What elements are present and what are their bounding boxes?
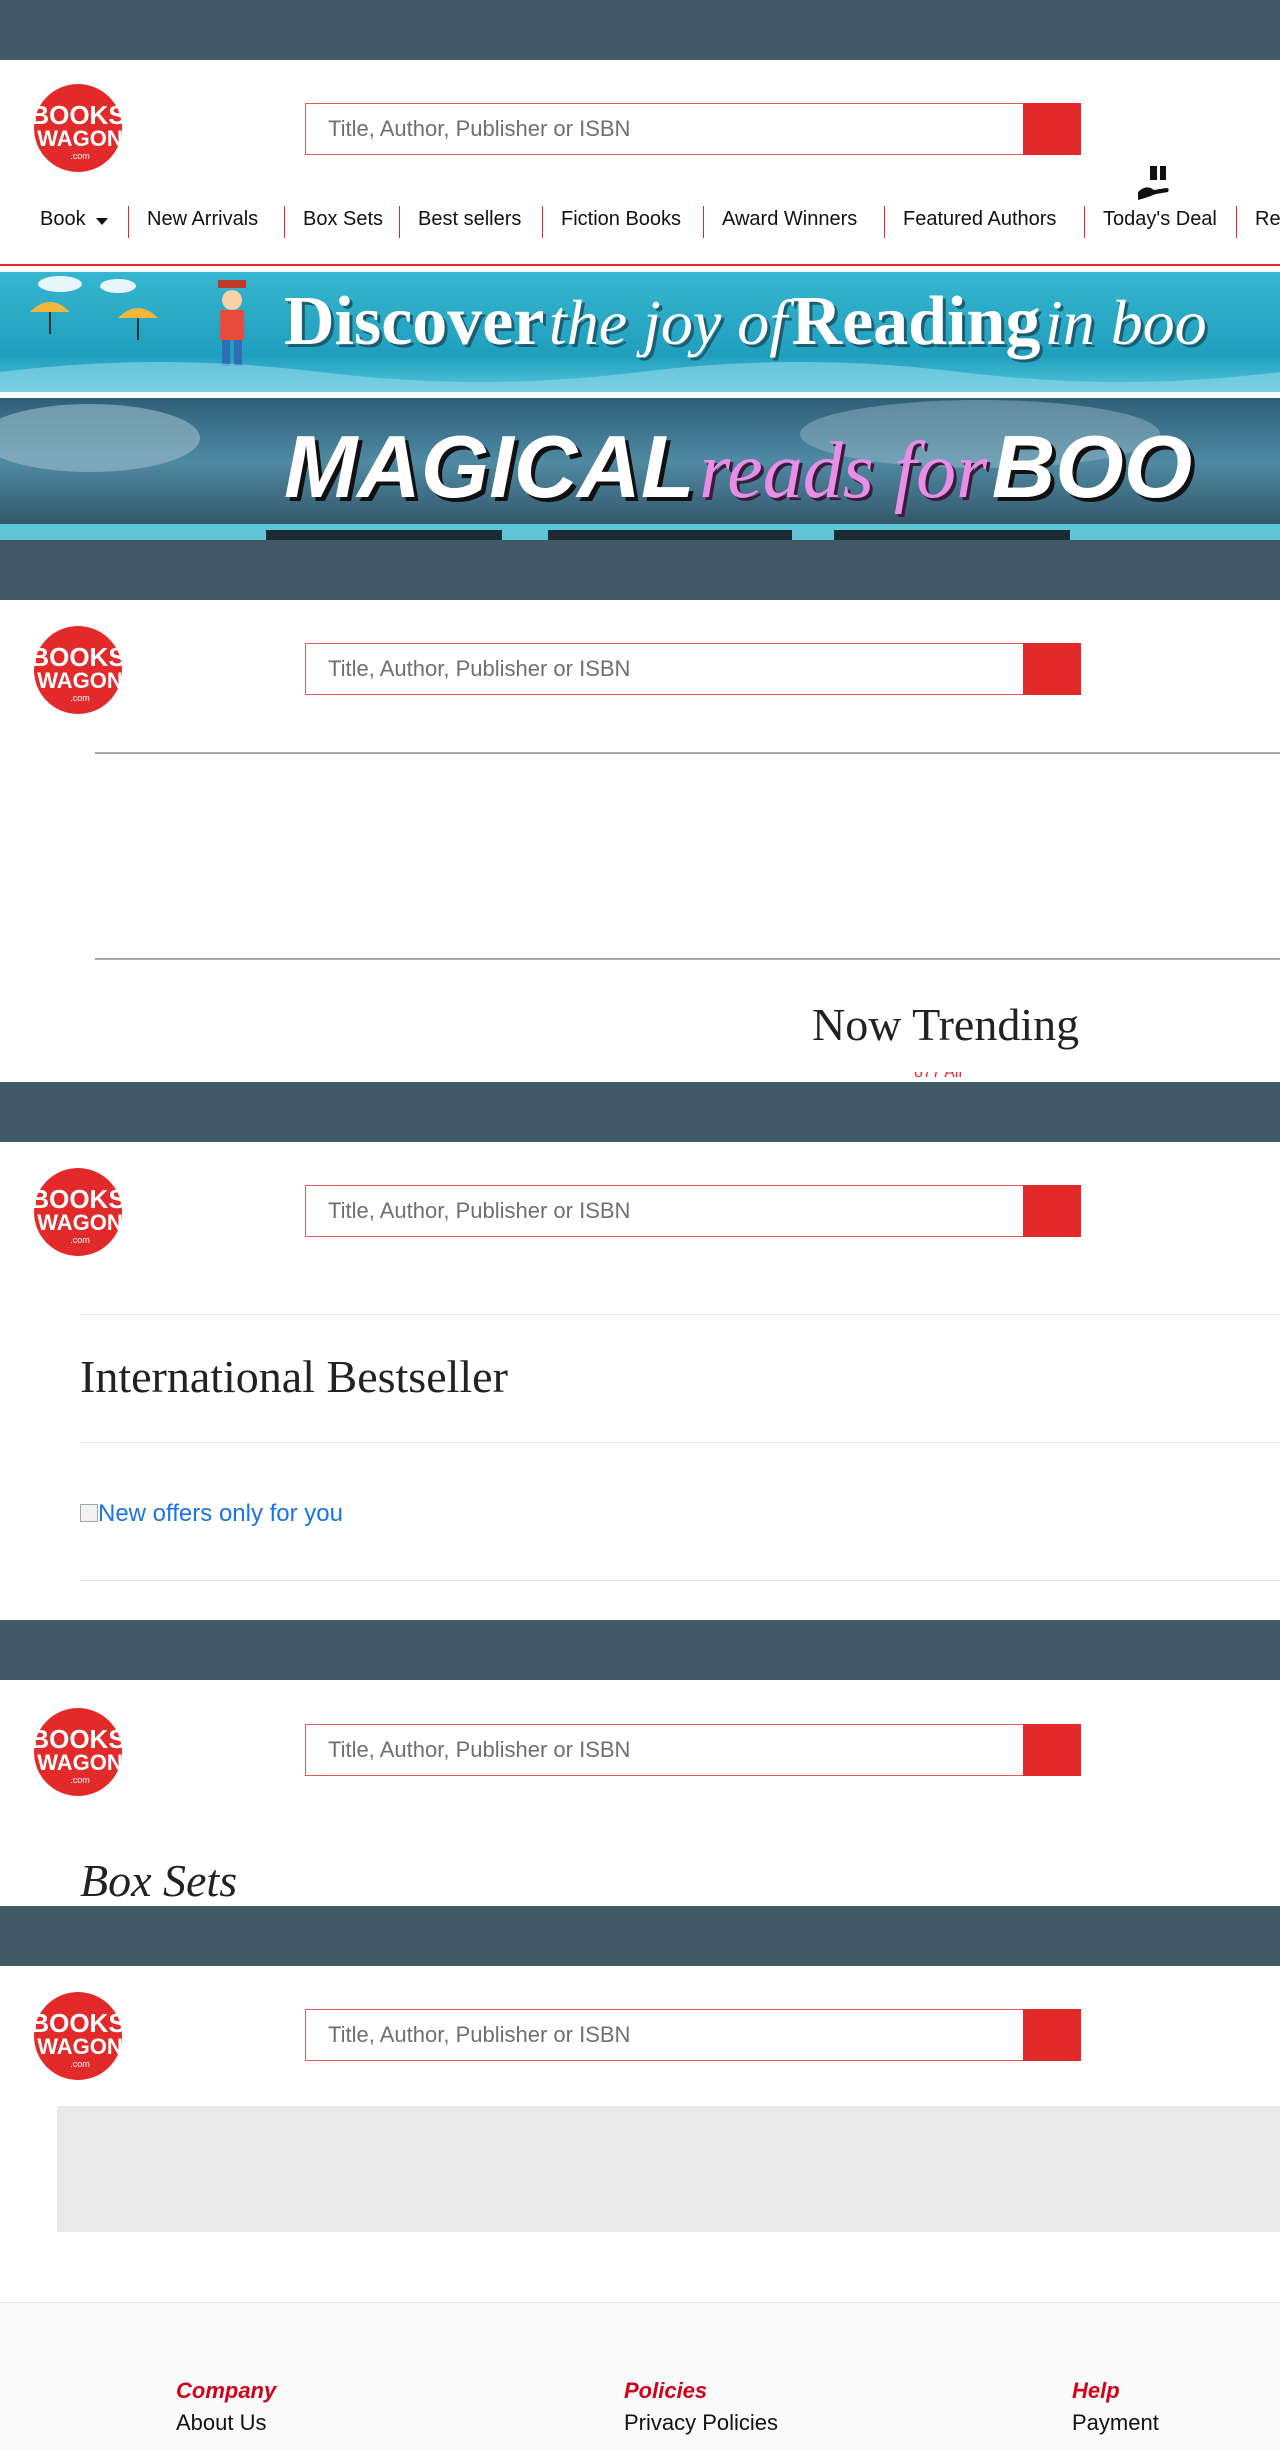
banner-word: Discover — [284, 283, 545, 360]
footer-heading-policies: Policies — [624, 2378, 708, 2403]
divider — [95, 752, 1280, 754]
nav-item-award-winners[interactable]: Award Winners — [722, 208, 857, 231]
nav-separator — [884, 206, 885, 238]
dropdown-caret-icon — [96, 218, 108, 225]
logo-text-wagon: WAGON — [37, 668, 123, 693]
nav-item-best-sellers[interactable]: Best sellers — [418, 208, 521, 231]
box-sets-heading: Box Sets — [80, 1855, 238, 1906]
discover-banner-text: Discover the joy of Reading in boo — [284, 282, 1207, 362]
nav-item-box-sets[interactable]: Box Sets — [303, 208, 383, 231]
logo-text-suffix: .com — [70, 1235, 90, 1245]
nav-separator — [703, 206, 704, 238]
divider — [80, 1442, 1280, 1443]
nav-separator — [1236, 206, 1237, 238]
banner-word: the joy of — [548, 287, 788, 358]
gift-deal-icon — [1138, 166, 1169, 200]
logo-text-suffix: .com — [70, 693, 90, 703]
search-input[interactable] — [306, 104, 1021, 153]
footer-link-payment[interactable]: Payment — [1072, 2410, 1159, 2436]
banner-word: in boo — [1044, 287, 1207, 358]
magical-banner[interactable]: MAGICAL reads for BOO — [0, 398, 1280, 540]
magical-banner-text: MAGICAL reads for BOO — [284, 416, 1192, 518]
logo-text-suffix: .com — [70, 1775, 90, 1785]
nav-item-featured-authors[interactable]: Featured Authors — [903, 208, 1056, 231]
top-bar — [0, 1082, 1280, 1142]
nav-separator — [542, 206, 543, 238]
top-bar — [0, 0, 1280, 60]
search-bar — [305, 2008, 1081, 2061]
divider — [80, 1580, 1280, 1581]
top-bar — [0, 1620, 1280, 1680]
search-button[interactable] — [1023, 642, 1081, 695]
footer-heading-company: Company — [176, 2378, 277, 2403]
search-input[interactable] — [306, 644, 1021, 693]
search-button[interactable] — [1023, 2008, 1081, 2061]
nav-item-fiction-books[interactable]: Fiction Books — [561, 208, 681, 231]
search-button[interactable] — [1023, 1723, 1081, 1776]
logo-text-wagon: WAGON — [37, 1750, 123, 1775]
search-input[interactable] — [306, 2010, 1021, 2059]
footer-link-privacy-policies[interactable]: Privacy Policies — [624, 2410, 778, 2436]
nav-underline — [0, 264, 1280, 266]
divider — [95, 958, 1280, 960]
bookswagon-logo[interactable]: BOOKS WAGON .com — [24, 82, 134, 174]
search-input[interactable] — [306, 1186, 1021, 1235]
nav-separator — [1084, 206, 1085, 238]
footer-link-about-us[interactable]: About Us — [176, 2410, 267, 2436]
search-button[interactable] — [1023, 1184, 1081, 1237]
top-bar — [0, 540, 1280, 600]
search-bar — [305, 642, 1081, 695]
banner-word: Reading — [791, 283, 1041, 360]
nav-item-re[interactable]: Re — [1255, 208, 1280, 231]
nav-item-todays-deal[interactable]: Today's Deal — [1103, 208, 1217, 231]
logo-text-suffix: .com — [70, 151, 90, 161]
nav-separator — [284, 206, 285, 238]
offers-alt-text: New offers only for you — [98, 1500, 344, 1527]
footer-heading-help: Help — [1072, 2378, 1120, 2403]
nav-separator — [128, 206, 129, 238]
top-bar — [0, 1906, 1280, 1966]
main-nav: Book New Arrivals Box Sets Best sellers … — [0, 196, 1280, 252]
divider — [80, 1314, 1280, 1315]
bookswagon-logo[interactable]: BOOKS WAGON .com — [24, 624, 134, 716]
nav-item-label: Book — [40, 208, 86, 230]
discover-banner[interactable]: Discover the joy of Reading in boo — [0, 272, 1280, 392]
search-input[interactable] — [306, 1725, 1021, 1774]
banner-word: BOO — [991, 417, 1193, 516]
international-bestseller-heading: International Bestseller — [80, 1351, 508, 1402]
logo-text-wagon: WAGON — [37, 1210, 123, 1235]
banner-word: reads for — [699, 427, 988, 515]
search-button[interactable] — [1023, 102, 1081, 155]
broken-image-icon — [80, 1504, 98, 1522]
now-trending-link-label: 877 All — [914, 1072, 963, 1081]
now-trending-link[interactable]: 877 All — [914, 1072, 962, 1082]
logo-text-suffix: .com — [70, 2059, 90, 2069]
logo-text-wagon: WAGON — [37, 126, 123, 151]
nav-item-book[interactable]: Book — [40, 208, 86, 231]
offers-image-link[interactable]: New offers only for you — [80, 1500, 343, 1528]
search-bar — [305, 1723, 1081, 1776]
content-placeholder — [57, 2106, 1280, 2232]
nav-item-new-arrivals[interactable]: New Arrivals — [147, 208, 258, 231]
now-trending-heading: Now Trending — [812, 999, 1080, 1050]
nav-separator — [399, 206, 400, 238]
bookswagon-logo[interactable]: BOOKS WAGON .com — [24, 1166, 134, 1258]
search-bar — [305, 102, 1081, 155]
bookswagon-logo[interactable]: BOOKS WAGON .com — [24, 1706, 134, 1798]
logo-text-wagon: WAGON — [37, 2034, 123, 2059]
search-bar — [305, 1184, 1081, 1237]
bookswagon-logo[interactable]: BOOKS WAGON .com — [24, 1990, 134, 2082]
banner-word: MAGICAL — [284, 417, 695, 516]
